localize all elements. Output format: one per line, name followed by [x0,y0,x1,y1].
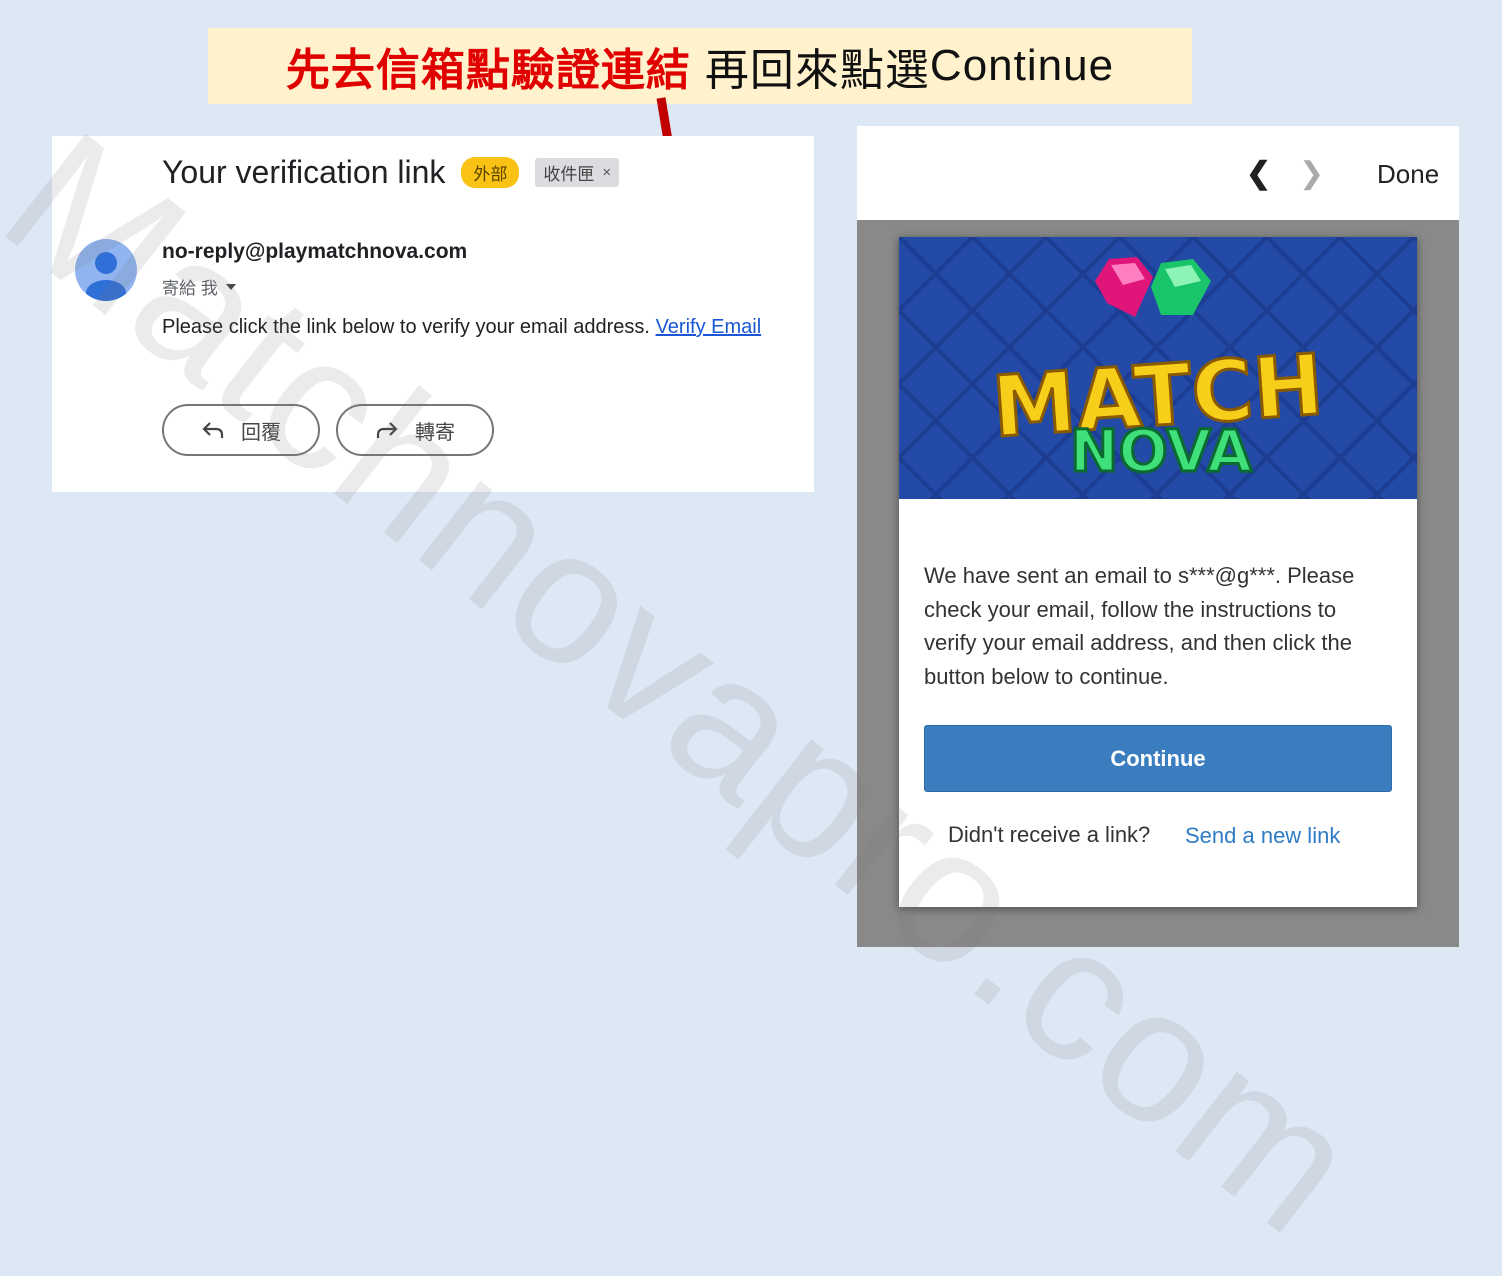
verify-email-link[interactable]: Verify Email [656,316,762,338]
reply-icon [202,422,224,438]
panel-toolbar: ❮ ❯ Done [857,126,1459,220]
chevron-left-icon[interactable]: ❮ [1246,156,1271,191]
verification-message: We have sent an email to s***@g***. Plea… [924,563,1355,689]
email-body: Please click the link below to verify yo… [162,316,761,339]
banner-latin-text: Continue [929,41,1115,90]
reply-button[interactable]: 回覆 [162,404,320,456]
instruction-banner: 先去信箱點驗證連結 再回來點選 Continue [208,28,1192,104]
forward-icon [376,422,398,438]
chevron-down-icon [225,283,236,290]
sender-address: no-reply@playmatchnova.com [162,240,468,263]
chevron-right-icon[interactable]: ❯ [1299,156,1324,191]
match-nova-hero-image: MATCH NOVA [899,237,1417,499]
close-icon[interactable]: × [602,164,611,181]
recipient-details[interactable]: 寄給 我 [162,274,236,299]
verification-dialog: MATCH NOVA We have sent an email to s***… [899,237,1417,907]
email-subject: Your verification link [162,154,446,190]
avatar [75,239,137,301]
inbox-label-text: 收件匣 [543,165,595,184]
email-subject-row: Your verification link 外部 收件匣 × [162,154,620,191]
didnt-receive-text: Didn't receive a link? [948,822,1151,847]
email-card: Your verification link 外部 收件匣 × no-reply… [52,136,814,492]
continue-button[interactable]: Continue [924,725,1392,792]
external-tag: 外部 [461,157,520,188]
reply-label: 回覆 [241,421,281,444]
send-new-link[interactable]: Send a new link [1185,823,1340,849]
email-body-text: Please click the link below to verify yo… [162,316,650,338]
person-icon [86,252,126,301]
banner-red-text: 先去信箱點驗證連結 [285,45,691,96]
banner-black-text: 再回來點選 [704,45,930,96]
recipient-text: 寄給 我 [162,279,218,298]
done-button[interactable]: Done [1377,159,1439,190]
logo-text-nova: NOVA [1070,417,1252,485]
app-panel: ❮ ❯ Done MATCH NOVA We have sent an emai… [857,126,1459,947]
forward-button[interactable]: 轉寄 [336,404,494,456]
forward-label: 轉寄 [415,421,455,444]
inbox-label[interactable]: 收件匣 × [535,158,620,187]
